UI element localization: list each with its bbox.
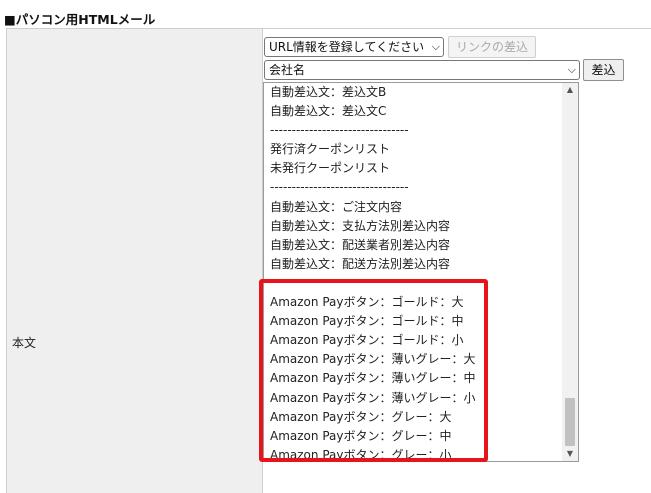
dropdown-option[interactable]: Amazon Payボタン：薄いグレー：小 <box>264 389 578 408</box>
scrollbar[interactable]: ▲ ▼ <box>562 83 578 461</box>
dropdown-option[interactable]: Amazon Payボタン：グレー：大 <box>264 408 578 427</box>
dropdown-option[interactable] <box>264 274 578 293</box>
field-select-value: 会社名 <box>269 63 306 77</box>
dropdown-option[interactable]: Amazon Payボタン：薄いグレー：大 <box>264 350 578 369</box>
url-select[interactable]: URL情報を登録してください ⌵ <box>264 37 444 57</box>
body-label: 本文 <box>12 336 37 350</box>
option-list: 自動差込文：差込文B 自動差込文：差込文C --------------------… <box>264 83 578 461</box>
dropdown-option[interactable]: 自動差込文：支払方法別差込内容 <box>264 217 578 236</box>
label-cell: 本文 <box>7 29 263 493</box>
dropdown-option[interactable]: 自動差込文：差込文C <box>264 102 578 121</box>
chevron-down-icon: ⌵ <box>567 63 576 76</box>
scroll-thumb[interactable] <box>565 398 575 446</box>
field-dropdown-list[interactable]: 自動差込文：差込文B 自動差込文：差込文C --------------------… <box>263 82 579 462</box>
triangle-down-icon[interactable]: ▼ <box>562 447 578 461</box>
dropdown-option[interactable]: Amazon Payボタン：グレー：中 <box>264 427 578 446</box>
link-insert-button[interactable]: リンクの差込 <box>448 36 536 58</box>
dropdown-option[interactable]: 発行済クーポンリスト <box>264 140 578 159</box>
insert-button[interactable]: 差込 <box>583 59 624 81</box>
chevron-down-icon: ⌵ <box>431 40 440 53</box>
section-title: ■パソコン用HTMLメール <box>4 12 156 27</box>
dropdown-option[interactable]: Amazon Payボタン：ゴールド：中 <box>264 312 578 331</box>
field-select[interactable]: 会社名 ⌵ <box>264 60 580 80</box>
dropdown-option[interactable]: 未発行クーポンリスト <box>264 159 578 178</box>
dropdown-option[interactable]: -------------------------------- <box>264 121 578 140</box>
url-select-value: URL情報を登録してください <box>269 40 425 54</box>
dropdown-option[interactable]: Amazon Payボタン：ゴールド：大 <box>264 293 578 312</box>
dropdown-option[interactable]: Amazon Payボタン：ゴールド：小 <box>264 331 578 350</box>
dropdown-option[interactable]: 自動差込文：配送業者別差込内容 <box>264 236 578 255</box>
dropdown-option[interactable]: Amazon Payボタン：薄いグレー：中 <box>264 369 578 388</box>
dropdown-option[interactable]: Amazon Payボタン：グレー：小 <box>264 446 578 461</box>
dropdown-option[interactable]: -------------------------------- <box>264 178 578 197</box>
dropdown-option[interactable]: 自動差込文：配送方法別差込内容 <box>264 255 578 274</box>
triangle-up-icon[interactable]: ▲ <box>562 83 578 97</box>
dropdown-option[interactable]: 自動差込文：ご注文内容 <box>264 198 578 217</box>
dropdown-option[interactable]: 自動差込文：差込文B <box>264 83 578 102</box>
